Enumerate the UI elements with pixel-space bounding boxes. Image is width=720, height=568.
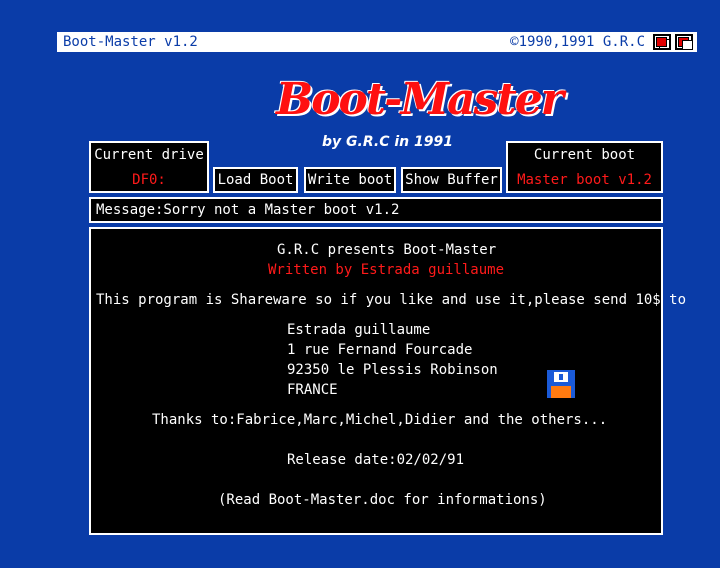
release-date-text: Release date:02/02/91 (287, 452, 465, 468)
current-drive-value: DF0: (132, 172, 166, 188)
thanks-text: Thanks to:Fabrice,Marc,Michel,Didier and… (152, 412, 608, 428)
show-buffer-button[interactable]: Show Buffer (401, 167, 502, 193)
address-line: 92350 le Plessis Robinson (287, 362, 498, 378)
author-text: Written by Estrada guillaume (268, 262, 505, 278)
address-line: 1 rue Fernand Fourcade (287, 342, 473, 358)
message-text: Message:Sorry not a Master boot v1.2 (96, 202, 400, 218)
zoom-gadget-icon[interactable] (675, 34, 693, 50)
current-drive-label: Current drive (94, 147, 204, 163)
copyright-text: ©1990,1991 G.R.C (510, 34, 645, 50)
depth-gadget-icon[interactable] (653, 34, 671, 50)
message-bar: Message:Sorry not a Master boot v1.2 (89, 197, 663, 223)
address-line: FRANCE (287, 382, 338, 398)
presents-text: G.R.C presents Boot-Master (277, 242, 497, 258)
current-boot-value: Master boot v1.2 (517, 172, 652, 188)
readme-text: (Read Boot-Master.doc for informations) (218, 492, 547, 508)
logo-byline: by G.R.C in 1991 (322, 134, 453, 150)
load-boot-button[interactable]: Load Boot (213, 167, 298, 193)
floppy-disk-icon[interactable] (547, 370, 575, 398)
current-boot-panel: Current boot Master boot v1.2 (506, 141, 663, 193)
current-boot-label: Current boot (533, 147, 636, 163)
window-title-bar[interactable]: Boot-Master v1.2 ©1990,1991 G.R.C (57, 32, 697, 52)
info-panel: G.R.C presents Boot-Master Written by Es… (89, 227, 686, 535)
address-line: Estrada guillaume (287, 322, 431, 338)
window-title: Boot-Master v1.2 (63, 34, 198, 50)
shareware-text: This program is Shareware so if you like… (96, 292, 687, 308)
current-drive-panel[interactable]: Current drive DF0: (89, 141, 209, 193)
boot-master-logo: Boot-Master (276, 74, 564, 125)
write-boot-button[interactable]: Write boot (304, 167, 396, 193)
